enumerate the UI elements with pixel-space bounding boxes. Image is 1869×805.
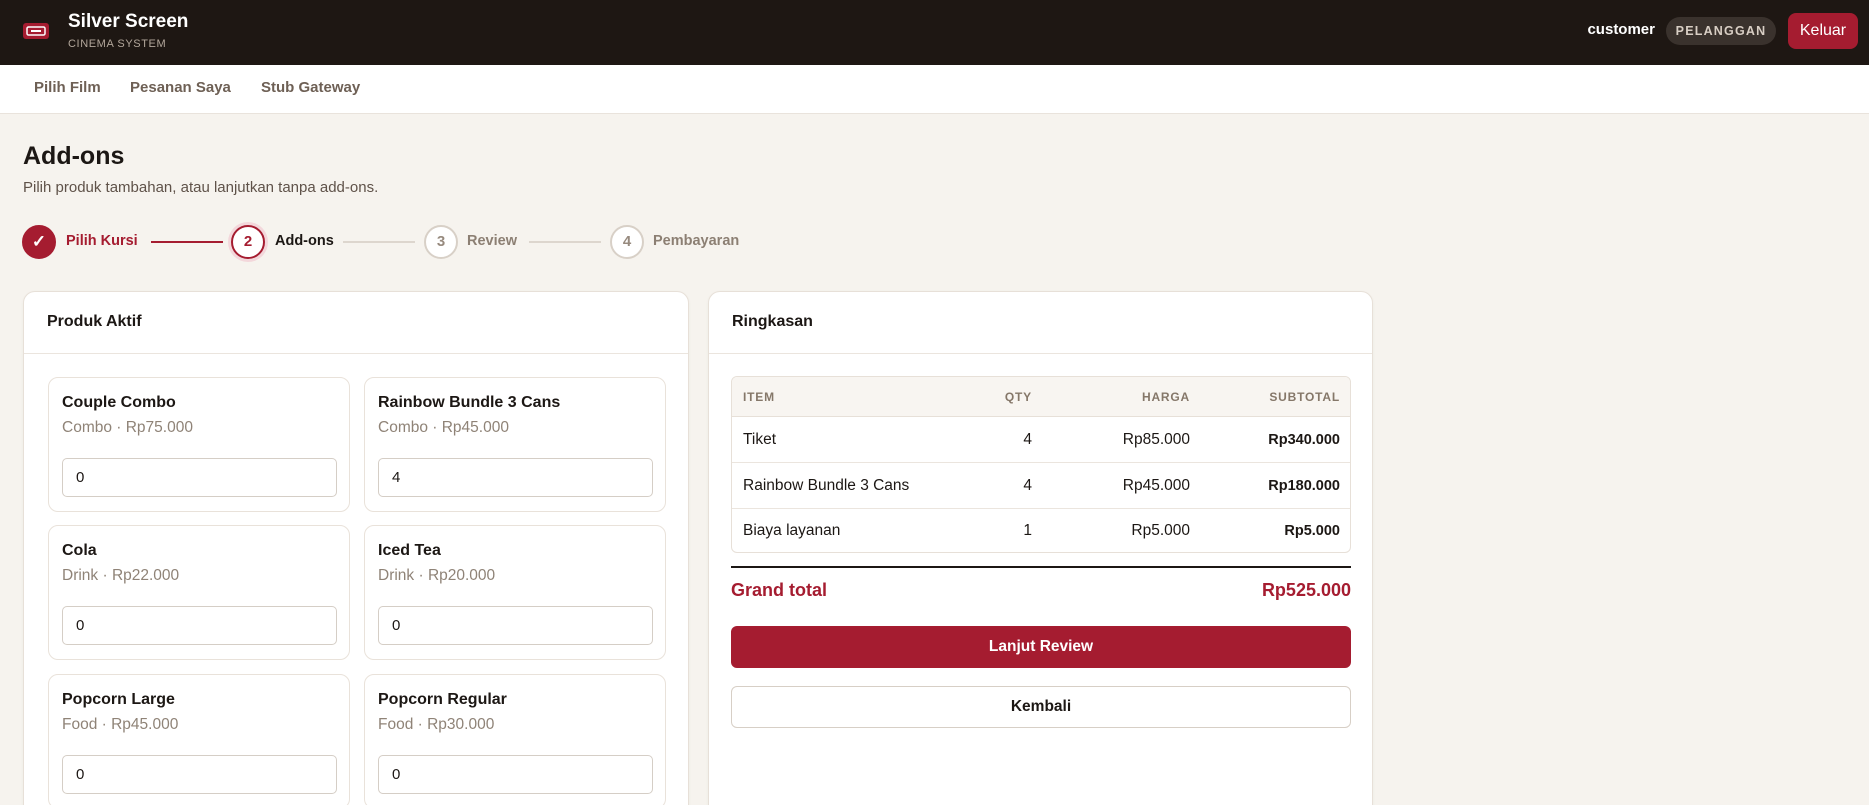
summary-table: ITEM QTY HARGA SUBTOTAL Tiket 4 Rp85.000…	[731, 376, 1351, 553]
role-badge: PELANGGAN	[1666, 17, 1776, 45]
product-meta: Drink · Rp22.000	[62, 567, 180, 584]
grand-total-label: Grand total	[731, 580, 828, 600]
logout-button[interactable]: Keluar	[1788, 13, 1858, 49]
continue-review-button[interactable]: Lanjut Review	[731, 626, 1351, 668]
product-name: Popcorn Large	[62, 691, 175, 708]
nav-link-pesanan-saya[interactable]: Pesanan Saya	[130, 65, 231, 114]
product-meta: Food · Rp30.000	[378, 716, 495, 733]
step-3-label: Review	[467, 233, 517, 249]
product-name: Couple Combo	[62, 394, 176, 411]
step-4-label: Pembayaran	[653, 233, 740, 249]
cell-price: Rp45.000	[1122, 477, 1190, 494]
product-card: Popcorn Regular Food · Rp30.000	[364, 674, 666, 805]
cell-qty: 1	[1023, 522, 1032, 539]
table-row: Biaya layanan 1 Rp5.000 Rp5.000	[732, 508, 1350, 552]
product-meta: Drink · Rp20.000	[378, 567, 496, 584]
nav-link-stub-gateway[interactable]: Stub Gateway	[261, 65, 360, 114]
step-4-circle: 4	[610, 225, 644, 259]
cell-item: Rainbow Bundle 3 Cans	[743, 477, 910, 494]
step-2-circle: 2	[231, 225, 265, 259]
step-2-label: Add-ons	[275, 233, 334, 249]
cell-item: Biaya layanan	[743, 522, 841, 539]
step-connector-2	[343, 241, 415, 243]
cell-subtotal: Rp180.000	[1268, 478, 1340, 494]
nav-link-pilih-film[interactable]: Pilih Film	[34, 65, 101, 114]
product-qty-input[interactable]	[62, 458, 337, 497]
cell-price: Rp5.000	[1131, 522, 1190, 539]
product-qty-input[interactable]	[62, 606, 337, 645]
product-card: Iced Tea Drink · Rp20.000	[364, 525, 666, 660]
column-header-item: ITEM	[743, 390, 775, 404]
product-name: Iced Tea	[378, 542, 441, 559]
column-header-qty: QTY	[1004, 390, 1032, 404]
product-meta: Combo · Rp75.000	[62, 419, 193, 436]
back-button[interactable]: Kembali	[731, 686, 1351, 728]
cell-subtotal: Rp340.000	[1268, 432, 1340, 448]
summary-card-header: Ringkasan	[709, 292, 1372, 354]
main-nav: Pilih Film Pesanan Saya Stub Gateway	[0, 65, 1869, 114]
table-row: Tiket 4 Rp85.000 Rp340.000	[732, 417, 1350, 463]
table-row: Rainbow Bundle 3 Cans 4 Rp45.000 Rp180.0…	[732, 463, 1350, 509]
product-card: Popcorn Large Food · Rp45.000	[48, 674, 350, 805]
product-card: Cola Drink · Rp22.000	[48, 525, 350, 660]
summary-card-title: Ringkasan	[732, 313, 813, 330]
products-card-header: Produk Aktif	[24, 292, 688, 354]
step-connector-1	[151, 241, 223, 243]
cell-item: Tiket	[743, 431, 777, 448]
step-1-label: Pilih Kursi	[66, 233, 138, 249]
grand-total-divider	[731, 566, 1351, 568]
cell-price: Rp85.000	[1122, 431, 1190, 448]
product-qty-input[interactable]	[62, 755, 337, 794]
step-3-circle: 3	[424, 225, 458, 259]
products-card-title: Produk Aktif	[47, 313, 142, 330]
product-qty-input[interactable]	[378, 606, 653, 645]
brand-subtitle: CINEMA SYSTEM	[68, 38, 167, 50]
product-card: Rainbow Bundle 3 Cans Combo · Rp45.000	[364, 377, 666, 512]
column-header-price: HARGA	[1142, 390, 1190, 404]
column-header-subtotal: SUBTOTAL	[1269, 390, 1340, 404]
brand-name: Silver Screen	[68, 11, 189, 32]
step-1-circle: ✓	[22, 225, 56, 259]
product-qty-input[interactable]	[378, 458, 653, 497]
product-name: Popcorn Regular	[378, 691, 507, 708]
cell-subtotal: Rp5.000	[1284, 523, 1340, 539]
page-subtitle: Pilih produk tambahan, atau lanjutkan ta…	[23, 179, 379, 196]
products-card: Produk Aktif Couple Combo Combo · Rp75.0…	[23, 291, 689, 805]
product-name: Cola	[62, 542, 97, 559]
table-header-row: ITEM QTY HARGA SUBTOTAL	[732, 377, 1350, 417]
product-name: Rainbow Bundle 3 Cans	[378, 394, 561, 411]
product-meta: Food · Rp45.000	[62, 716, 179, 733]
page-title: Add-ons	[23, 142, 125, 170]
grand-total-value: Rp525.000	[1261, 580, 1351, 600]
ticket-icon	[23, 23, 49, 39]
product-qty-input[interactable]	[378, 755, 653, 794]
product-card: Couple Combo Combo · Rp75.000	[48, 377, 350, 512]
top-header: Silver Screen CINEMA SYSTEM customer PEL…	[0, 0, 1869, 65]
user-name: customer	[1587, 21, 1655, 38]
step-connector-3	[529, 241, 601, 243]
cell-qty: 4	[1023, 477, 1032, 494]
product-meta: Combo · Rp45.000	[378, 419, 509, 436]
cell-qty: 4	[1023, 431, 1032, 448]
